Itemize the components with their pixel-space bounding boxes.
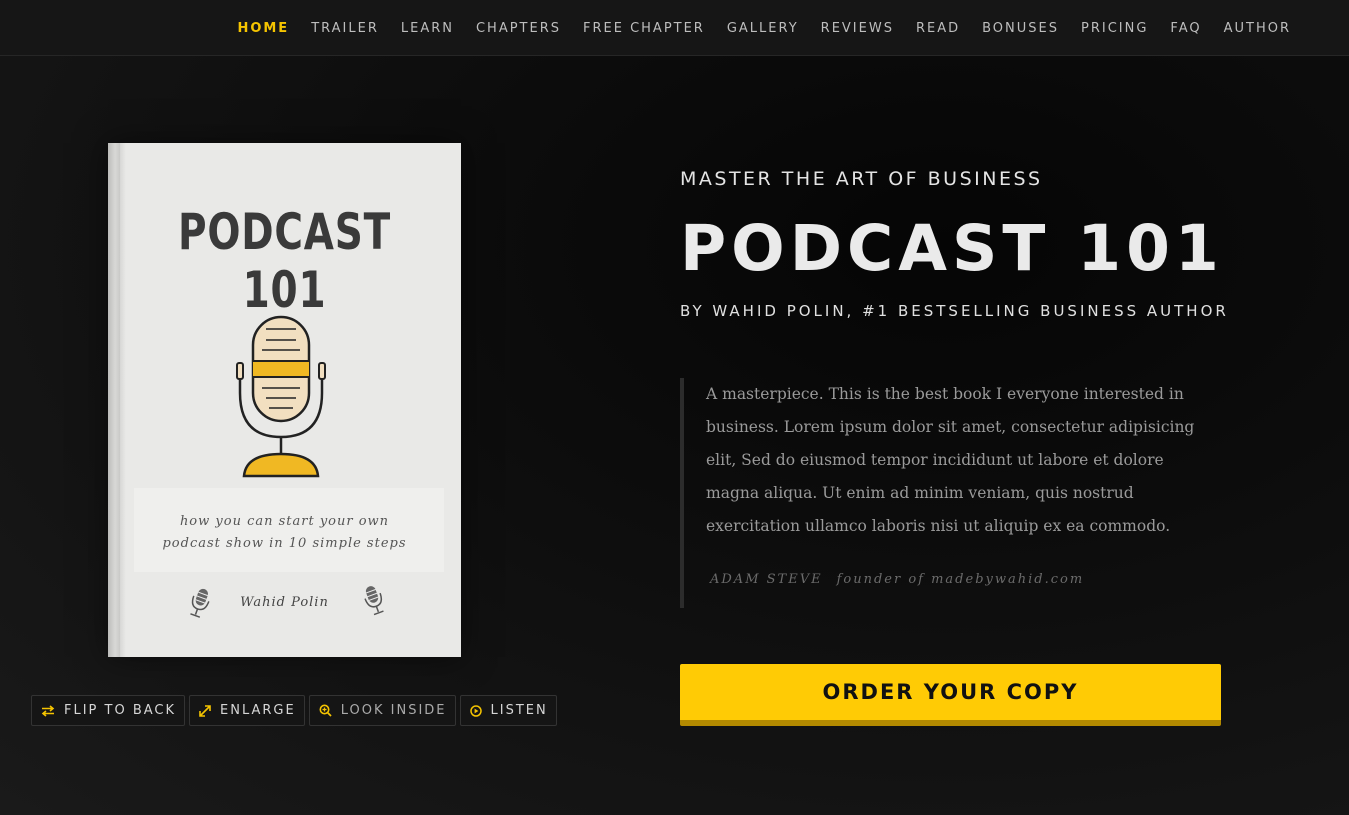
listen-button[interactable]: LISTEN [459, 695, 557, 726]
quote-citation: ADAM STEVE founder of madebywahid.com [710, 572, 1084, 587]
expand-icon [199, 704, 211, 717]
flip-icon [41, 704, 55, 717]
flip-to-back-button[interactable]: FLIP TO BACK [31, 695, 186, 726]
nav-item-pricing[interactable]: PRICING [1081, 21, 1148, 36]
top-navbar: HOME TRAILER LEARN CHAPTERS FREE CHAPTER… [0, 0, 1349, 56]
listen-label: LISTEN [490, 703, 548, 718]
testimonial-quote: A masterpiece. This is the best book I e… [680, 378, 1200, 608]
nav-item-home[interactable]: HOME [237, 21, 289, 36]
nav-item-gallery[interactable]: GALLERY [727, 21, 799, 36]
flip-to-back-label: FLIP TO BACK [64, 703, 177, 718]
book-spine-shadow [120, 143, 126, 657]
hero-byline: BY WAHID POLIN, #1 BESTSELLING BUSINESS … [680, 302, 1229, 320]
order-your-copy-button[interactable]: ORDER YOUR COPY [680, 664, 1221, 726]
nav-item-read[interactable]: READ [916, 21, 960, 36]
book-cover[interactable]: PODCAST 101 how you can start your own p… [108, 143, 461, 657]
quote-author-role: founder of madebywahid.com [836, 572, 1085, 587]
enlarge-button[interactable]: ENLARGE [189, 695, 305, 726]
microphone-icon [364, 586, 384, 616]
quote-author-name: ADAM STEVE [710, 572, 823, 587]
nav-item-author[interactable]: AUTHOR [1224, 21, 1291, 36]
book-actions: FLIP TO BACK ENLARGE LOOK INSIDE LISTEN [31, 695, 561, 726]
enlarge-label: ENLARGE [220, 703, 296, 718]
quote-text: A masterpiece. This is the best book I e… [706, 385, 1195, 535]
book-cover-author: Wahid Polin [240, 595, 329, 610]
nav-item-chapters[interactable]: CHAPTERS [476, 21, 561, 36]
book-cover-subtitle: how you can start your own podcast show … [162, 514, 407, 551]
play-circle-icon [469, 704, 482, 717]
nav-item-faq[interactable]: FAQ [1170, 21, 1201, 36]
microphone-icon [236, 315, 326, 478]
order-button-label: ORDER YOUR COPY [822, 680, 1079, 704]
nav-item-free-chapter[interactable]: FREE CHAPTER [583, 21, 705, 36]
hero-kicker: MASTER THE ART OF BUSINESS [680, 168, 1043, 190]
nav-menu: HOME TRAILER LEARN CHAPTERS FREE CHAPTER… [215, 0, 1291, 56]
nav-item-reviews[interactable]: REVIEWS [821, 21, 894, 36]
nav-item-learn[interactable]: LEARN [401, 21, 454, 36]
nav-item-bonuses[interactable]: BONUSES [982, 21, 1059, 36]
zoom-icon [319, 704, 332, 717]
book-cover-title: PODCAST 101 [177, 203, 392, 319]
look-inside-label: LOOK INSIDE [340, 703, 447, 718]
nav-item-trailer[interactable]: TRAILER [311, 21, 379, 36]
hero-title: PODCAST 101 [680, 212, 1224, 285]
look-inside-button[interactable]: LOOK INSIDE [308, 695, 456, 726]
book-spine [108, 143, 120, 657]
